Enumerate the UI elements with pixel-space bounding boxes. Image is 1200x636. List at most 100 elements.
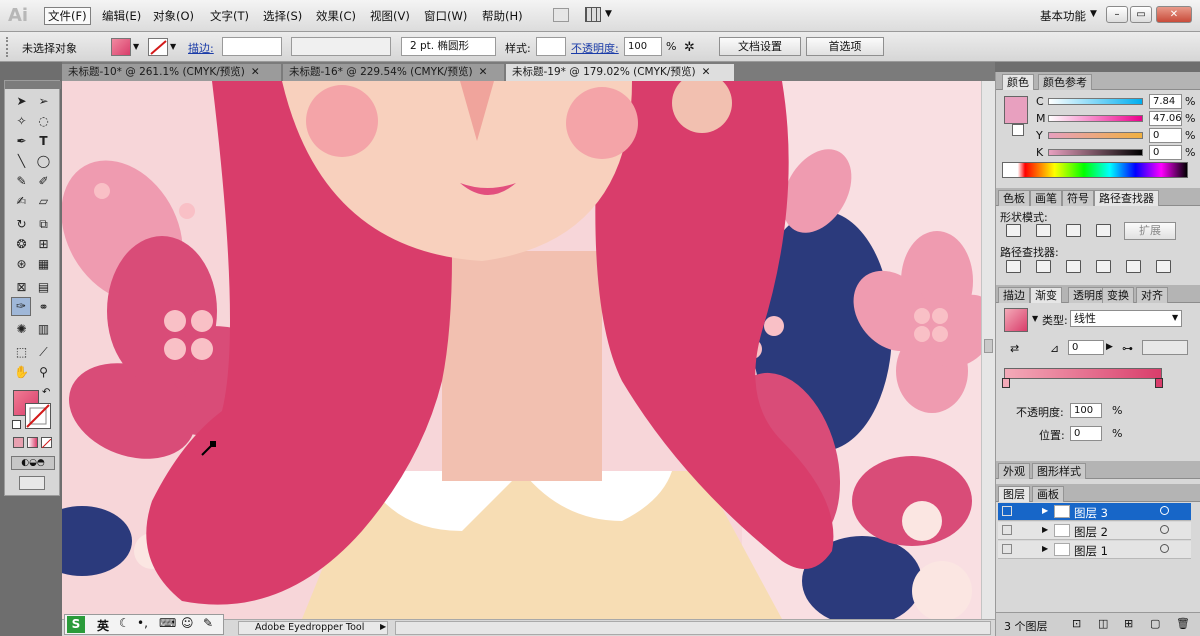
column-graph-tool-icon[interactable]: ▥: [35, 321, 52, 337]
artboard-tool-icon[interactable]: ⬚: [13, 344, 30, 360]
rotate-tool-icon[interactable]: ↻: [13, 216, 30, 232]
graphic-style-select[interactable]: [536, 37, 566, 56]
ime-tools-icon[interactable]: ✎: [203, 616, 213, 630]
trim-icon[interactable]: [1036, 260, 1051, 273]
status-menu-icon[interactable]: ▶: [380, 622, 386, 631]
channel-y-input[interactable]: 0: [1149, 128, 1182, 143]
brush-definition-select[interactable]: 2 pt. 椭圆形: [401, 37, 496, 56]
minus-front-icon[interactable]: [1036, 224, 1051, 237]
mesh-tool-icon[interactable]: ⊠: [13, 279, 30, 295]
scroll-thumb[interactable]: [984, 339, 993, 353]
menu-object[interactable]: 对象(O): [153, 8, 194, 24]
blend-tool-icon[interactable]: ⚭: [35, 299, 52, 315]
blob-brush-tool-icon[interactable]: ✍: [13, 193, 30, 209]
ime-punct-icon[interactable]: •,: [137, 616, 148, 630]
fill-chevron-icon[interactable]: ▼: [133, 42, 139, 51]
target-icon[interactable]: [1160, 506, 1169, 515]
tab-close-icon[interactable]: ✕: [479, 66, 488, 78]
gradient-swatch[interactable]: [1004, 308, 1028, 332]
ime-keyboard-icon[interactable]: ⌨: [159, 616, 176, 630]
pen-tool-icon[interactable]: ✒: [13, 133, 30, 149]
gradient-type-select[interactable]: 线性: [1070, 310, 1182, 327]
ellipse-tool-icon[interactable]: ◯: [35, 153, 52, 169]
fill-swatch[interactable]: [111, 38, 131, 56]
gradient-opacity-input[interactable]: 100: [1070, 403, 1102, 418]
target-icon[interactable]: [1160, 544, 1169, 553]
channel-c-slider[interactable]: [1048, 98, 1143, 105]
tab-document-19[interactable]: 未标题-19* @ 179.02% (CMYK/预览) ✕: [506, 64, 734, 81]
layer-name[interactable]: 图层 3: [1074, 505, 1108, 521]
crop-icon[interactable]: [1096, 260, 1111, 273]
merge-icon[interactable]: [1066, 260, 1081, 273]
slice-tool-icon[interactable]: ⟋: [35, 344, 52, 360]
layer-row[interactable]: ▶ 图层 2: [998, 522, 1191, 540]
menu-help[interactable]: 帮助(H): [482, 8, 523, 24]
aspect-ratio-input[interactable]: [1142, 340, 1188, 355]
default-colors-icon[interactable]: [12, 420, 21, 429]
menu-type[interactable]: 文字(T): [210, 8, 249, 24]
tab-artboards[interactable]: 画板: [1032, 486, 1064, 502]
workspace-switcher[interactable]: 基本功能: [1040, 8, 1086, 24]
stroke-swatch[interactable]: [148, 38, 168, 56]
selection-tool-icon[interactable]: ➤: [13, 93, 30, 109]
menu-select[interactable]: 选择(S): [263, 8, 302, 24]
minus-back-icon[interactable]: [1156, 260, 1171, 273]
layer-name[interactable]: 图层 2: [1074, 524, 1108, 540]
tab-symbols[interactable]: 符号: [1062, 190, 1094, 206]
gradient-swatch-chevron-icon[interactable]: ▼: [1032, 314, 1038, 323]
tab-transform[interactable]: 变换: [1102, 287, 1134, 303]
opacity-label[interactable]: 不透明度:: [571, 40, 619, 56]
unite-icon[interactable]: [1006, 224, 1021, 237]
direct-selection-tool-icon[interactable]: ➢: [35, 93, 52, 109]
tab-align[interactable]: 对齐: [1136, 287, 1168, 303]
warp-tool-icon[interactable]: ❂: [13, 236, 30, 252]
menu-view[interactable]: 视图(V): [370, 8, 410, 24]
gradient-location-input[interactable]: 0: [1070, 426, 1102, 441]
layer-row[interactable]: ▶ 图层 1: [998, 541, 1191, 559]
color-spectrum[interactable]: [1002, 162, 1188, 178]
drawing-mode-icon[interactable]: ◐◒◓: [11, 456, 55, 470]
type-tool-icon[interactable]: T: [35, 133, 52, 149]
visibility-icon[interactable]: [1002, 525, 1012, 535]
new-sublayer-icon[interactable]: ⊞: [1124, 617, 1133, 630]
layer-name[interactable]: 图层 1: [1074, 543, 1108, 559]
eyedropper-tool-icon[interactable]: ✑: [11, 297, 31, 316]
pencil-tool-icon[interactable]: ✐: [35, 173, 52, 189]
close-button[interactable]: ✕: [1156, 6, 1192, 23]
stroke-color-box[interactable]: [25, 403, 51, 429]
color-stroke-swatch[interactable]: [1012, 124, 1024, 136]
symbol-sprayer-tool-icon[interactable]: ✺: [13, 321, 30, 337]
chevron-down-icon[interactable]: ▼: [605, 9, 612, 19]
menu-file[interactable]: 文件(F): [44, 7, 91, 25]
gradient-mode-icon[interactable]: [27, 437, 38, 448]
outline-icon[interactable]: [1126, 260, 1141, 273]
free-transform-tool-icon[interactable]: ⊞: [35, 236, 52, 252]
tab-brushes[interactable]: 画笔: [1030, 190, 1062, 206]
gradient-stop-left[interactable]: [1002, 378, 1010, 388]
tab-graphic-styles[interactable]: 图形样式: [1032, 463, 1086, 479]
minimize-button[interactable]: –: [1106, 6, 1128, 23]
workspace-chevron-icon[interactable]: ▼: [1090, 9, 1097, 19]
angle-chevron-icon[interactable]: ▶: [1106, 342, 1113, 352]
stroke-chevron-icon[interactable]: ▼: [170, 42, 176, 51]
recolor-icon[interactable]: ✲: [684, 40, 695, 55]
paintbrush-tool-icon[interactable]: ✎: [13, 173, 30, 189]
tab-layers[interactable]: 图层: [998, 486, 1030, 502]
status-tool-label[interactable]: Adobe Eyedropper Tool: [238, 621, 388, 635]
tab-color[interactable]: 颜色: [1002, 74, 1034, 90]
stroke-weight-field[interactable]: [222, 37, 282, 56]
gradient-tool-icon[interactable]: ▤: [35, 279, 52, 295]
reverse-gradient-icon[interactable]: ⇄: [1010, 342, 1019, 355]
document-setup-button[interactable]: 文档设置: [719, 37, 801, 56]
bridge-icon[interactable]: [553, 8, 569, 22]
color-mode-icon[interactable]: [13, 437, 24, 448]
new-layer-icon[interactable]: ▢: [1150, 617, 1160, 630]
shape-builder-tool-icon[interactable]: ⊛: [13, 256, 30, 272]
ime-moon-icon[interactable]: ☾: [119, 616, 130, 630]
none-mode-icon[interactable]: [41, 437, 52, 449]
channel-k-input[interactable]: 0: [1149, 145, 1182, 160]
ime-logo-icon[interactable]: S: [67, 616, 85, 633]
magic-wand-tool-icon[interactable]: ✧: [13, 113, 30, 129]
tab-close-icon[interactable]: ✕: [702, 66, 711, 78]
scale-tool-icon[interactable]: ⧉: [35, 216, 52, 232]
